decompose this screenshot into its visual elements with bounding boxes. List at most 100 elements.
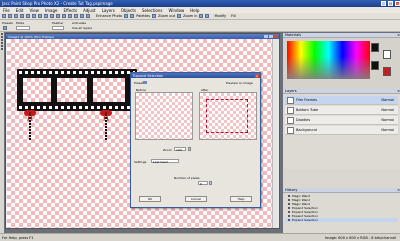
zoom-input[interactable]: 100 [174,147,186,152]
history-item[interactable]: Expand Selection [285,218,398,222]
filter-icon[interactable] [124,14,129,18]
layer-blend-mode[interactable]: Normal [381,98,394,102]
pick-tool-icon[interactable] [1,36,3,38]
app-title: Jasc Paint Shop Pro Photo X2 - Create Tu… [2,1,113,6]
crop-icon[interactable] [56,14,60,18]
close-button[interactable]: × [395,1,400,6]
paste-icon[interactable] [50,14,54,18]
film-frame-1 [23,78,51,102]
fill-menu[interactable]: Fill [231,14,236,18]
zoom-label: Zoom [163,148,172,152]
minimize-button[interactable]: _ [381,1,386,6]
presets-dropdown[interactable] [143,81,147,84]
layer-row[interactable]: Background Normal [285,126,398,135]
flip-icon[interactable] [74,14,78,18]
zoom-out-button[interactable]: Zoom out [158,14,175,18]
redo-icon[interactable] [32,14,36,18]
dialog-close-button[interactable]: × [255,73,259,78]
save-icon[interactable] [14,14,18,18]
layer-thumbnail [287,96,294,104]
layers-titlebar: Layers × [283,89,400,94]
pixels-input[interactable]: 6 [198,181,208,186]
selection-icon [288,211,290,213]
image-maximize-button[interactable] [269,35,273,38]
view-icon[interactable] [199,14,204,18]
menu-objects[interactable]: Objects [121,8,136,13]
layer-blend-mode[interactable]: Normal [381,128,394,132]
ok-button[interactable]: OK [139,196,161,202]
foreground-swatch[interactable] [371,43,379,52]
help-button[interactable]: Help [230,196,252,202]
maximize-button[interactable]: □ [388,1,393,6]
layers-title: Layers [285,89,297,93]
crop-tool-icon[interactable] [1,42,3,44]
background-swatch[interactable] [383,50,391,59]
settings-label: Settings [134,160,147,164]
menu-edit[interactable]: Edit [16,8,24,13]
mode-select[interactable] [16,26,30,30]
copy-icon[interactable] [44,14,48,18]
modify-menu[interactable]: Modify [214,14,226,18]
menu-window[interactable]: Window [169,8,185,13]
one-step-fix-icon[interactable] [86,14,90,18]
rotate-icon[interactable] [68,14,72,18]
layer-thumbnail [287,106,294,114]
text-tool-icon[interactable] [1,48,3,50]
grid-icon[interactable] [130,14,135,18]
use-all-layers-option[interactable]: Use all layers [72,26,92,30]
antialias-option[interactable]: Anti-alias [72,21,86,25]
layer-row[interactable]: Bottom Tube Normal [285,106,398,115]
status-image-info: Image: 600 x 600 x RGB - 8 bits/channel [325,235,396,240]
color-spectrum[interactable] [287,41,370,79]
before-preview[interactable] [135,92,193,140]
feather-input[interactable] [52,26,64,30]
undo-icon[interactable] [26,14,30,18]
open-icon[interactable] [8,14,12,18]
zoom-out-icon[interactable] [152,14,157,18]
pixels-spin-icon[interactable] [209,181,212,185]
cancel-button[interactable]: Cancel [185,196,207,202]
preview-on-image-toggle[interactable]: Preview on Image [226,81,253,85]
background-material[interactable] [383,67,391,76]
status-help-text: For Help, press F1 [2,235,34,240]
menu-view[interactable]: View [29,8,39,13]
canvas-vertical-scrollbar[interactable] [272,39,278,228]
menu-layers[interactable]: Layers [102,8,115,13]
settings-select[interactable]: Last Used [151,159,179,164]
menu-selections[interactable]: Selections [142,8,163,13]
menu-image[interactable]: Image [45,8,58,13]
image-close-button[interactable] [274,35,278,38]
status-bar: For Help, press F1 Image: 600 x 600 x RG… [0,233,400,241]
pan-tool-icon[interactable] [1,33,3,35]
foreground-material[interactable] [371,61,379,70]
selection-tool-icon[interactable] [1,39,3,41]
cut-icon[interactable] [38,14,42,18]
layer-row[interactable]: Doodles Normal [285,116,398,125]
print-icon[interactable] [20,14,24,18]
film-holes-bottom [19,106,135,109]
magic-wand-icon[interactable] [3,26,7,30]
zoom-in-button[interactable]: Zoom in [183,14,197,18]
brush-tool-icon[interactable] [1,45,3,47]
new-icon[interactable] [2,14,6,18]
selection-icon [288,215,290,217]
menu-help[interactable]: Help [190,8,199,13]
mirror-icon[interactable] [80,14,84,18]
palettes-menu[interactable]: Palettes [136,14,150,18]
layer-blend-mode[interactable]: Normal [381,118,394,122]
enhance-photo-menu[interactable]: Enhance Photo [96,14,122,18]
resize-icon[interactable] [62,14,66,18]
menu-file[interactable]: File [3,8,10,13]
layer-row[interactable]: Film Frames Normal [285,96,398,105]
image-window-title: Image1 @ 100% (Film Frames) [8,34,55,39]
menu-adjust[interactable]: Adjust [83,8,96,13]
menu-effects[interactable]: Effects [63,8,77,13]
layer-blend-mode[interactable]: Normal [381,108,394,112]
after-preview[interactable] [199,92,257,140]
selection-icon [288,219,290,221]
image-minimize-button[interactable] [264,35,268,38]
selection-icon [288,207,290,209]
zoom-in-icon[interactable] [177,14,182,18]
zoom-spin-icon[interactable] [188,147,191,151]
layout-icon[interactable] [205,14,210,18]
